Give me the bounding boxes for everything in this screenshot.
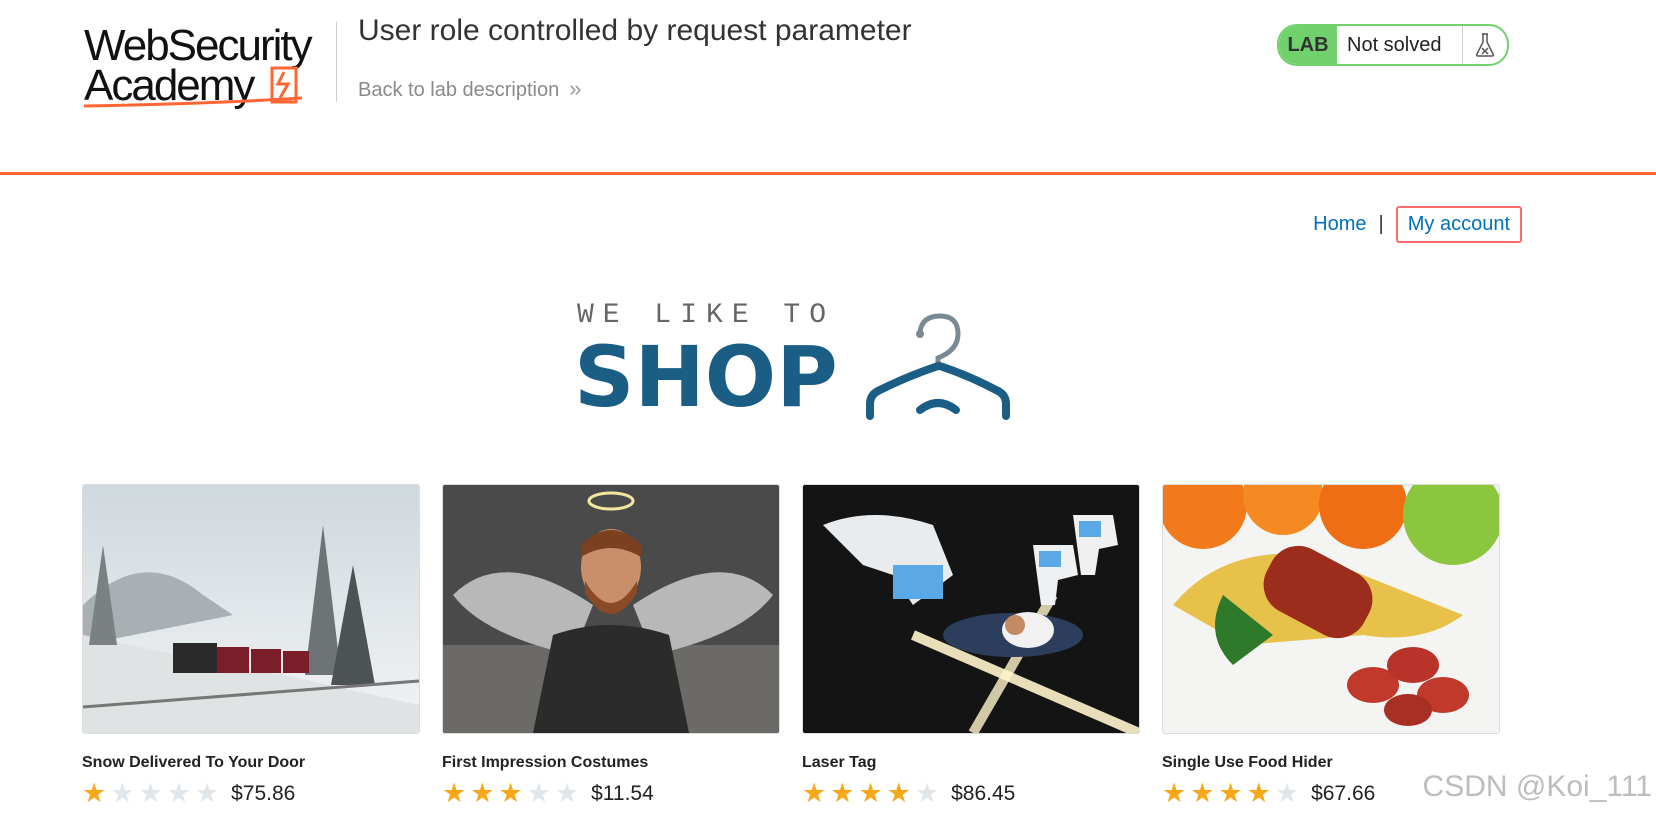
header-divider bbox=[336, 22, 337, 102]
product-meta: ★ ★ ★ ★ ★ $75.86 bbox=[82, 780, 418, 807]
logo-bolt-icon bbox=[84, 66, 303, 108]
rating-stars: ★ ★ ★ ★ ★ bbox=[82, 780, 223, 807]
star-icon: ★ bbox=[138, 778, 163, 808]
product-card[interactable]: Single Use Food Hider ★ ★ ★ ★ ★ $67.66 bbox=[1162, 484, 1500, 807]
chevron-right-double-icon: » bbox=[569, 76, 582, 101]
star-icon: ★ bbox=[858, 778, 883, 808]
lab-title: User role controlled by request paramete… bbox=[358, 14, 912, 47]
nav-separator: | bbox=[1378, 213, 1384, 235]
product-image-food-hider[interactable] bbox=[1162, 484, 1500, 734]
web-security-academy-logo[interactable]: WebSecurity Academy bbox=[84, 18, 344, 114]
rating-stars: ★ ★ ★ ★ ★ bbox=[1162, 780, 1303, 807]
product-price: $11.54 bbox=[591, 781, 654, 805]
product-price: $86.45 bbox=[951, 781, 1016, 805]
shop-banner: WE LIKE TO SHOP bbox=[574, 300, 1014, 426]
star-icon: ★ bbox=[1190, 778, 1215, 808]
star-icon: ★ bbox=[498, 778, 523, 808]
rating-stars: ★ ★ ★ ★ ★ bbox=[802, 780, 943, 807]
product-card[interactable]: First Impression Costumes ★ ★ ★ ★ ★ $11.54 bbox=[442, 484, 780, 807]
banner-tagline: WE LIKE TO bbox=[577, 300, 836, 331]
product-image-snow-train[interactable] bbox=[82, 484, 420, 734]
product-price: $67.66 bbox=[1311, 781, 1376, 805]
star-icon: ★ bbox=[886, 778, 911, 808]
lab-tag: LAB bbox=[1279, 26, 1337, 64]
star-icon: ★ bbox=[1246, 778, 1271, 808]
star-icon: ★ bbox=[802, 778, 827, 808]
rating-stars: ★ ★ ★ ★ ★ bbox=[442, 780, 583, 807]
hanger-icon bbox=[866, 313, 1010, 420]
star-icon: ★ bbox=[166, 778, 191, 808]
lab-header: WebSecurity Academy User role controlled… bbox=[0, 0, 1656, 175]
star-icon: ★ bbox=[830, 778, 855, 808]
nav-home-link[interactable]: Home bbox=[1313, 213, 1366, 236]
nav-my-account-link[interactable]: My account bbox=[1395, 206, 1522, 243]
star-icon: ★ bbox=[110, 778, 135, 808]
flask-icon bbox=[1462, 26, 1507, 64]
product-meta: ★ ★ ★ ★ ★ $11.54 bbox=[442, 780, 778, 807]
star-icon: ★ bbox=[82, 778, 107, 808]
star-icon: ★ bbox=[526, 778, 551, 808]
top-nav: Home | My account bbox=[1313, 206, 1522, 243]
watermark: CSDN @Koi_111 bbox=[1422, 770, 1652, 803]
back-link-label: Back to lab description bbox=[358, 79, 560, 101]
star-icon: ★ bbox=[1162, 778, 1187, 808]
star-icon: ★ bbox=[470, 778, 495, 808]
lab-status-text: Not solved bbox=[1347, 33, 1442, 56]
banner-shop-word: SHOP bbox=[574, 328, 838, 426]
lab-status-badge: LAB Not solved bbox=[1277, 24, 1509, 66]
product-image-angel-costume[interactable] bbox=[442, 484, 780, 734]
star-icon: ★ bbox=[1218, 778, 1243, 808]
star-icon: ★ bbox=[914, 778, 940, 808]
product-name: Snow Delivered To Your Door bbox=[82, 754, 306, 771]
product-meta: ★ ★ ★ ★ ★ $86.45 bbox=[802, 780, 1138, 807]
product-card[interactable]: Laser Tag ★ ★ ★ ★ ★ $86.45 bbox=[802, 484, 1140, 807]
star-icon: ★ bbox=[194, 778, 220, 808]
product-card[interactable]: Snow Delivered To Your Door ★ ★ ★ ★ ★ $75.86 bbox=[82, 484, 420, 807]
star-icon: ★ bbox=[554, 778, 580, 808]
star-icon: ★ bbox=[442, 778, 467, 808]
product-name: First Impression Costumes bbox=[442, 754, 649, 771]
star-icon: ★ bbox=[1274, 778, 1300, 808]
back-to-lab-description-link[interactable]: Back to lab description » bbox=[358, 76, 581, 102]
product-image-laser-tag[interactable] bbox=[802, 484, 1140, 734]
product-name: Laser Tag bbox=[802, 754, 877, 771]
product-price: $75.86 bbox=[231, 781, 296, 805]
